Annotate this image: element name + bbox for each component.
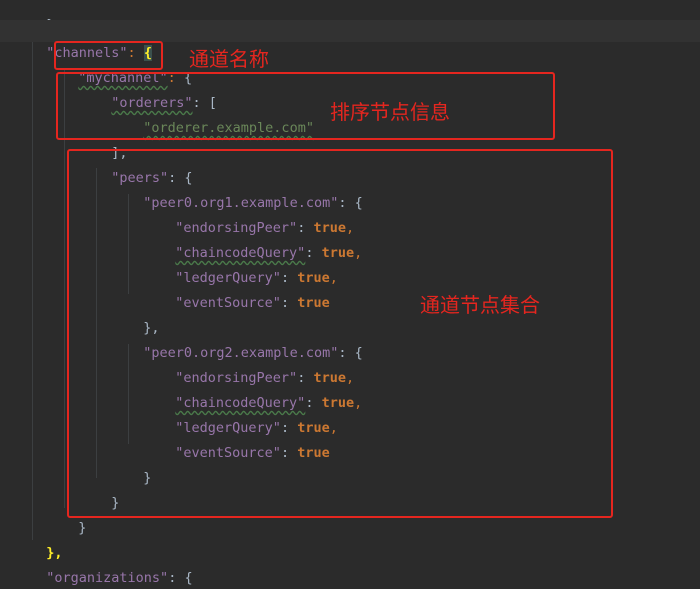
closing-brace: }	[78, 520, 87, 536]
indent-guide	[32, 40, 33, 540]
channel-name-highlight-box	[54, 41, 163, 70]
orderer-info-annotation: 排序节点信息	[330, 100, 450, 124]
code-line-organizations[interactable]: "organizations": {	[30, 545, 192, 586]
orderer-info-highlight-box	[56, 72, 555, 140]
channel-name-annotation: 通道名称	[189, 47, 269, 71]
code-line[interactable]: },	[30, 0, 62, 33]
peer-set-highlight-box	[67, 149, 613, 518]
organizations-key: "organizations"	[46, 570, 169, 586]
code-line-channels[interactable]: "channels": {	[30, 20, 152, 61]
open-brace: : {	[168, 570, 193, 586]
code-line[interactable]: },	[30, 520, 62, 561]
peer-set-annotation: 通道节点集合	[420, 293, 540, 317]
